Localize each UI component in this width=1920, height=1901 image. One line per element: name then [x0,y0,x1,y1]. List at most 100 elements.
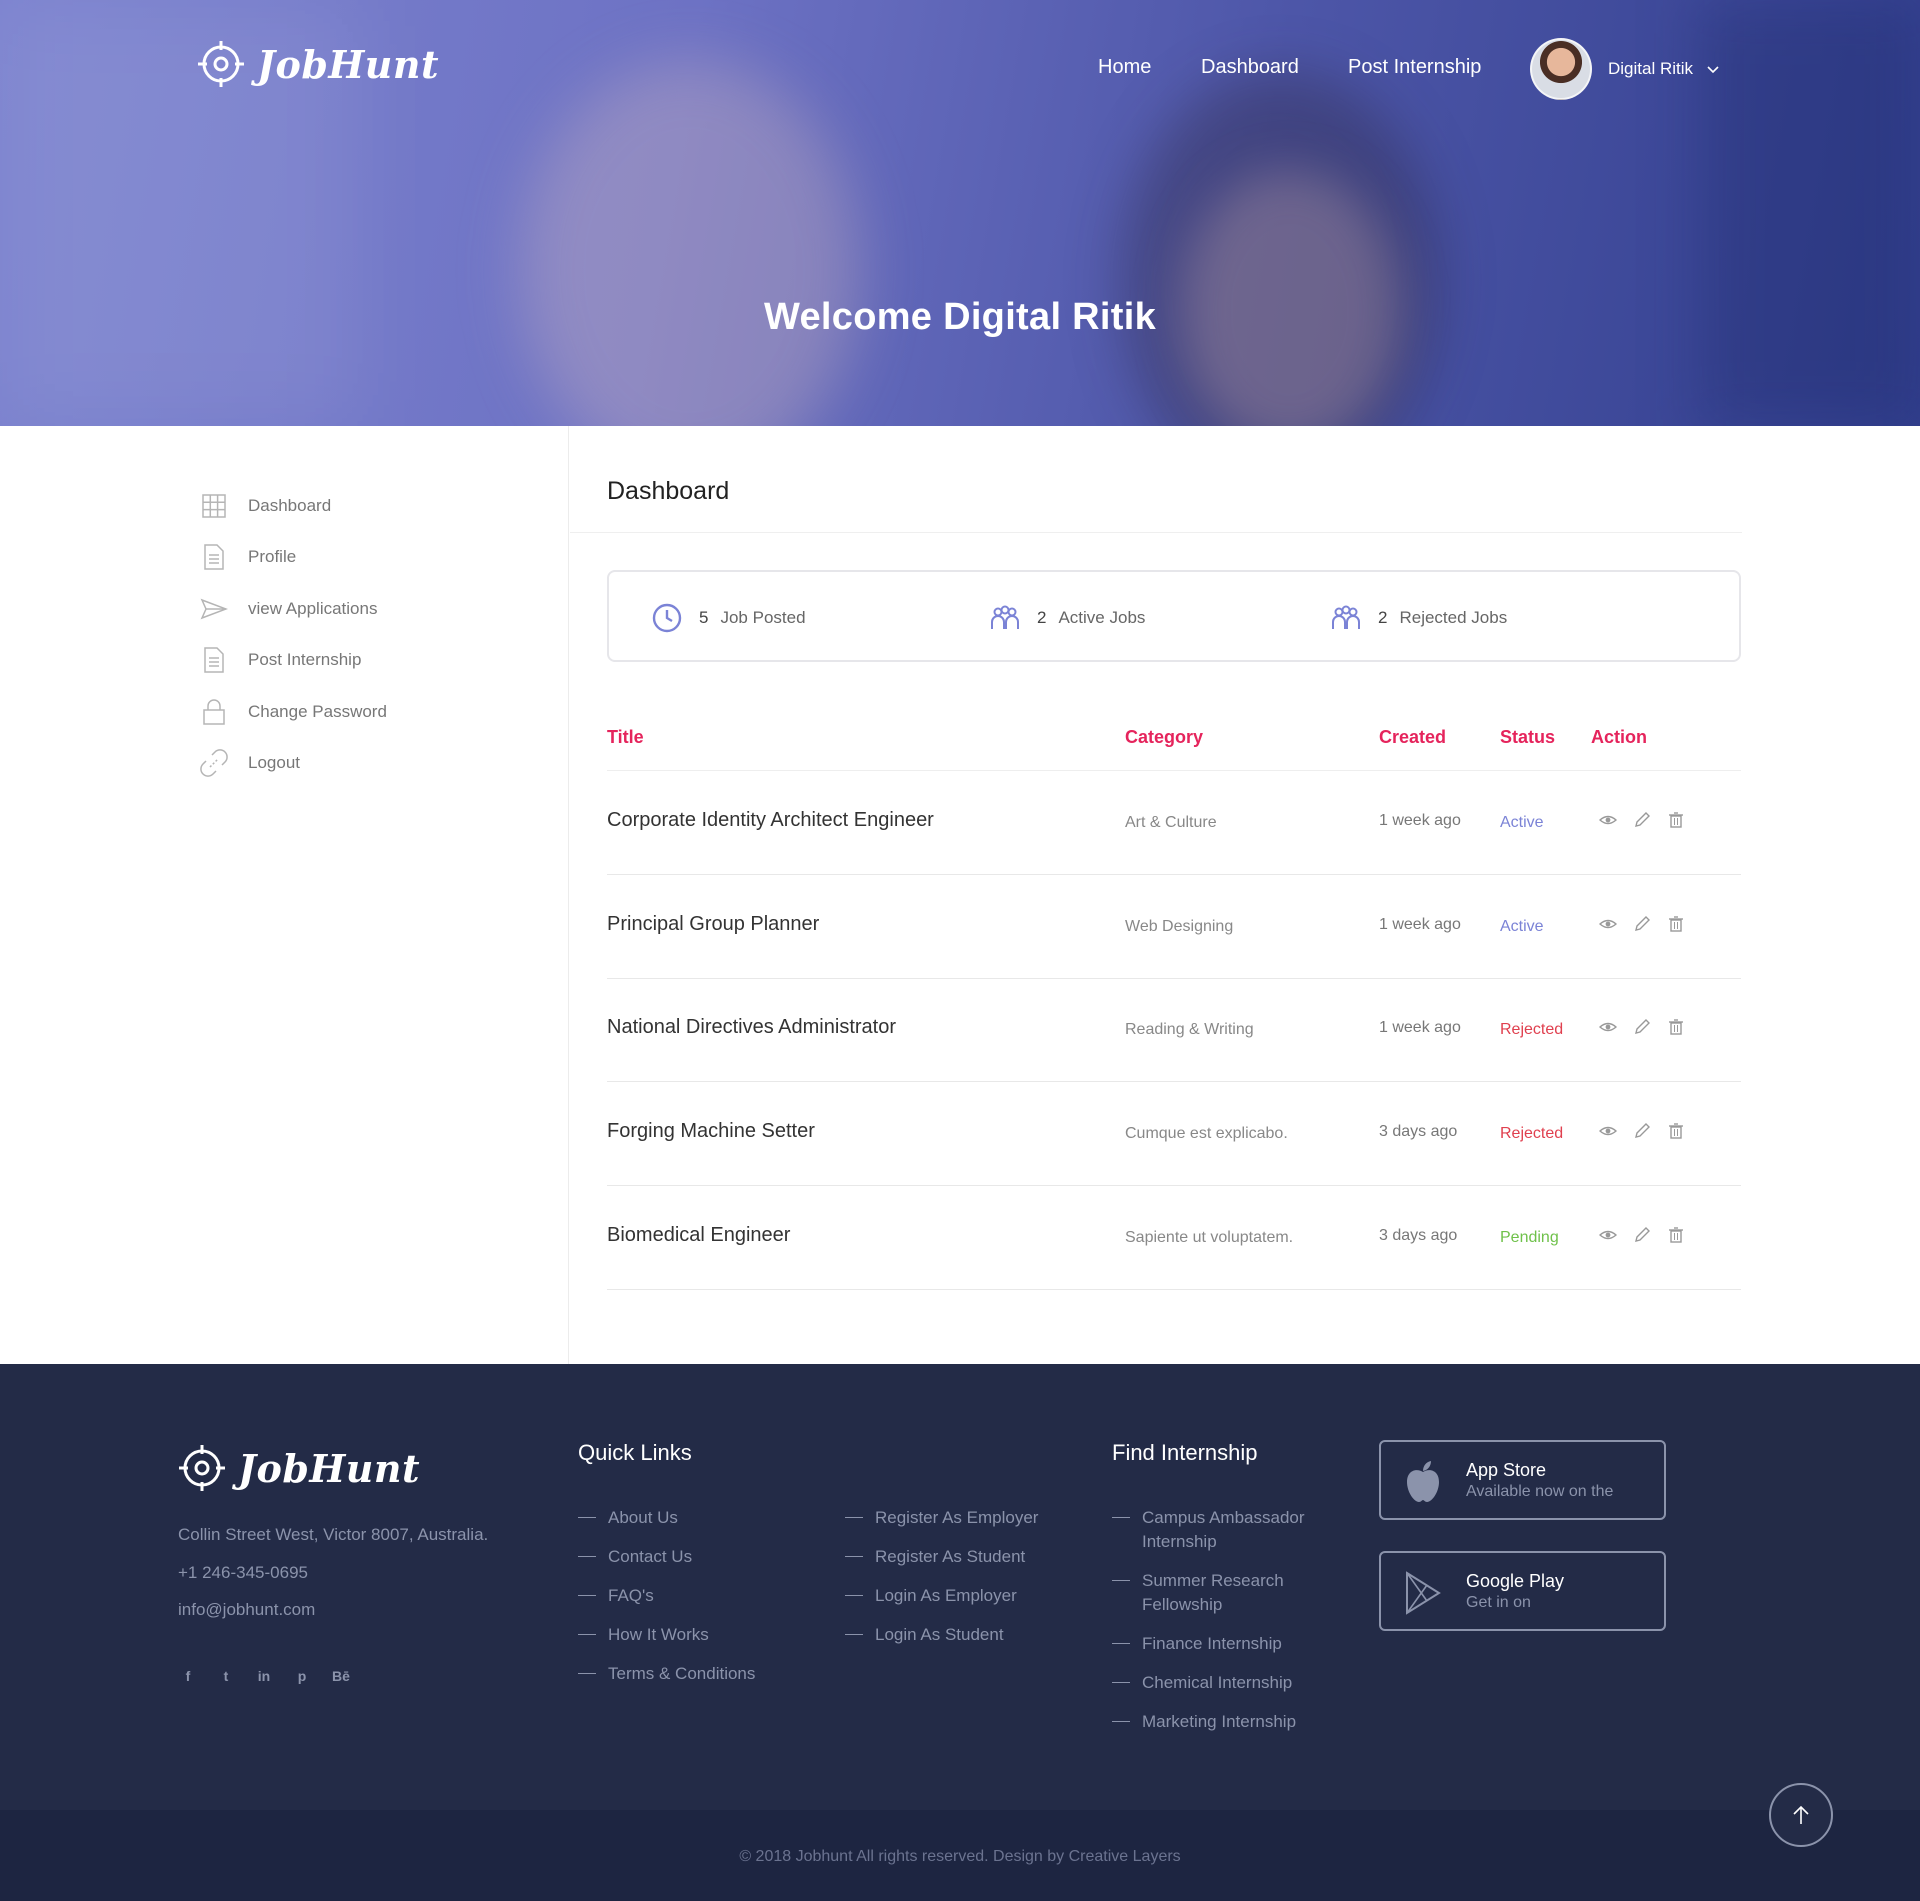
column-header-title: Title [607,727,644,747]
row-actions [1598,1018,1701,1036]
eye-icon [1598,919,1618,929]
trash-icon [1669,1123,1683,1139]
users-icon [1332,605,1360,629]
sidebar-item-profile[interactable]: Profile [200,532,387,584]
pencil-icon [1635,812,1650,827]
footer-link-finance[interactable]: Finance Internship [1112,1632,1342,1656]
job-title[interactable]: Biomedical Engineer [607,1224,790,1247]
eye-icon [1598,1230,1618,1240]
job-title[interactable]: National Directives Administrator [607,1016,896,1039]
nav-dashboard-link[interactable]: Dashboard [1201,56,1299,79]
sidebar-item-label: Profile [248,547,297,567]
sidebar-item-dashboard[interactable]: Dashboard [200,480,387,532]
delete-button[interactable] [1667,1226,1685,1244]
footer-link-about-us[interactable]: About Us [578,1506,755,1530]
delete-button[interactable] [1667,811,1685,829]
delete-button[interactable] [1667,915,1685,933]
view-button[interactable] [1598,1018,1618,1036]
document-icon [204,544,224,570]
footer-link-login-employer[interactable]: Login As Employer [845,1584,1038,1608]
job-category: Cumque est explicabo. [1125,1125,1288,1142]
status-badge: Active [1500,814,1544,831]
table-row: Forging Machine Setter Cumque est explic… [607,1082,1741,1186]
lock-icon [203,699,225,725]
google-play-button[interactable]: Google Play Get in on [1379,1551,1666,1631]
nav-post-internship-link[interactable]: Post Internship [1348,56,1481,79]
edit-button[interactable] [1633,915,1651,933]
quick-links-col2: Register As Employer Register As Student… [845,1506,1038,1662]
edit-button[interactable] [1633,1018,1651,1036]
footer-link-register-student[interactable]: Register As Student [845,1545,1038,1569]
view-button[interactable] [1598,915,1618,933]
avatar [1530,38,1592,100]
view-button[interactable] [1598,811,1618,829]
footer-logo-text: JobHunt [238,1445,421,1491]
column-header-status: Status [1500,727,1556,747]
user-menu[interactable]: Digital Ritik [1530,38,1719,100]
stat-job-posted: 5 Job Posted [651,602,806,634]
sidebar-item-post-internship[interactable]: Post Internship [200,635,387,687]
google-play-subtitle: Get in on [1466,1594,1531,1611]
app-store-title: App Store [1466,1460,1547,1480]
job-title[interactable]: Forging Machine Setter [607,1120,815,1143]
eye-icon [1598,1126,1618,1136]
scroll-to-top-button[interactable] [1769,1783,1833,1847]
edit-button[interactable] [1633,811,1651,829]
column-header-action: Action [1591,727,1647,747]
footer-link-chemical[interactable]: Chemical Internship [1112,1671,1342,1695]
sidebar-item-label: view Applications [248,598,378,618]
job-title[interactable]: Corporate Identity Architect Engineer [607,809,934,832]
job-category: Sapiente ut voluptatem. [1125,1229,1294,1246]
table-row: Corporate Identity Architect Engineer Ar… [607,771,1741,875]
quick-links-col1: About Us Contact Us FAQ's How It Works T… [578,1506,755,1701]
delete-button[interactable] [1667,1018,1685,1036]
footer-link-contact-us[interactable]: Contact Us [578,1545,755,1569]
view-button[interactable] [1598,1226,1618,1244]
job-title[interactable]: Principal Group Planner [607,913,819,936]
edit-button[interactable] [1633,1226,1651,1244]
app-store-button[interactable]: App Store Available now on the [1379,1440,1666,1520]
sidebar-item-label: Dashboard [248,495,332,515]
edit-button[interactable] [1633,1122,1651,1140]
linkedin-icon[interactable]: in [256,1668,272,1684]
status-badge: Pending [1500,1229,1559,1246]
pinterest-icon[interactable]: p [294,1668,310,1684]
footer-logo[interactable]: JobHunt [178,1444,420,1492]
twitter-icon[interactable]: t [218,1668,234,1684]
view-button[interactable] [1598,1122,1618,1140]
footer-link-summer-research[interactable]: Summer Research Fellowship [1112,1569,1342,1617]
status-badge: Rejected [1500,1125,1564,1142]
crosshair-logo-icon [198,41,244,87]
behance-icon[interactable]: Bē [332,1668,350,1684]
footer-link-campus-ambassador[interactable]: Campus Ambassador Internship [1112,1506,1342,1554]
footer-link-terms[interactable]: Terms & Conditions [578,1662,755,1686]
quick-links-heading: Quick Links [578,1440,692,1465]
pencil-icon [1635,1123,1650,1138]
users-icon [991,605,1019,629]
facebook-icon[interactable]: f [180,1668,196,1684]
footer-link-register-employer[interactable]: Register As Employer [845,1506,1038,1530]
site-footer: JobHunt Collin Street West, Victor 8007,… [0,1364,1920,1810]
delete-button[interactable] [1667,1122,1685,1140]
trash-icon [1669,1019,1683,1035]
apple-icon [1407,1461,1439,1502]
job-created: 1 week ago [1379,916,1461,933]
sidebar-item-view-applications[interactable]: view Applications [200,583,387,635]
sidebar-item-logout[interactable]: Logout [200,738,387,790]
table-row: Biomedical Engineer Sapiente ut voluptat… [607,1186,1741,1290]
footer-link-login-student[interactable]: Login As Student [845,1623,1038,1647]
social-links: f t in p Bē [180,1668,370,1684]
footer-link-how-it-works[interactable]: How It Works [578,1623,755,1647]
pencil-icon [1635,916,1650,931]
footer-link-marketing[interactable]: Marketing Internship [1112,1710,1342,1734]
footer-email[interactable]: info@jobhunt.com [178,1600,315,1620]
stats-card: 5 Job Posted 2 Active Jobs 2 Rejected Jo… [607,570,1741,662]
nav-home-link[interactable]: Home [1098,56,1151,79]
sidebar-item-change-password[interactable]: Change Password [200,686,387,738]
page-title: Dashboard [607,477,730,505]
site-logo[interactable]: JobHunt [197,40,439,88]
arrow-up-icon [1793,1805,1809,1824]
footer-link-faqs[interactable]: FAQ's [578,1584,755,1608]
pencil-icon [1635,1227,1650,1242]
sidebar-item-label: Change Password [248,701,387,721]
